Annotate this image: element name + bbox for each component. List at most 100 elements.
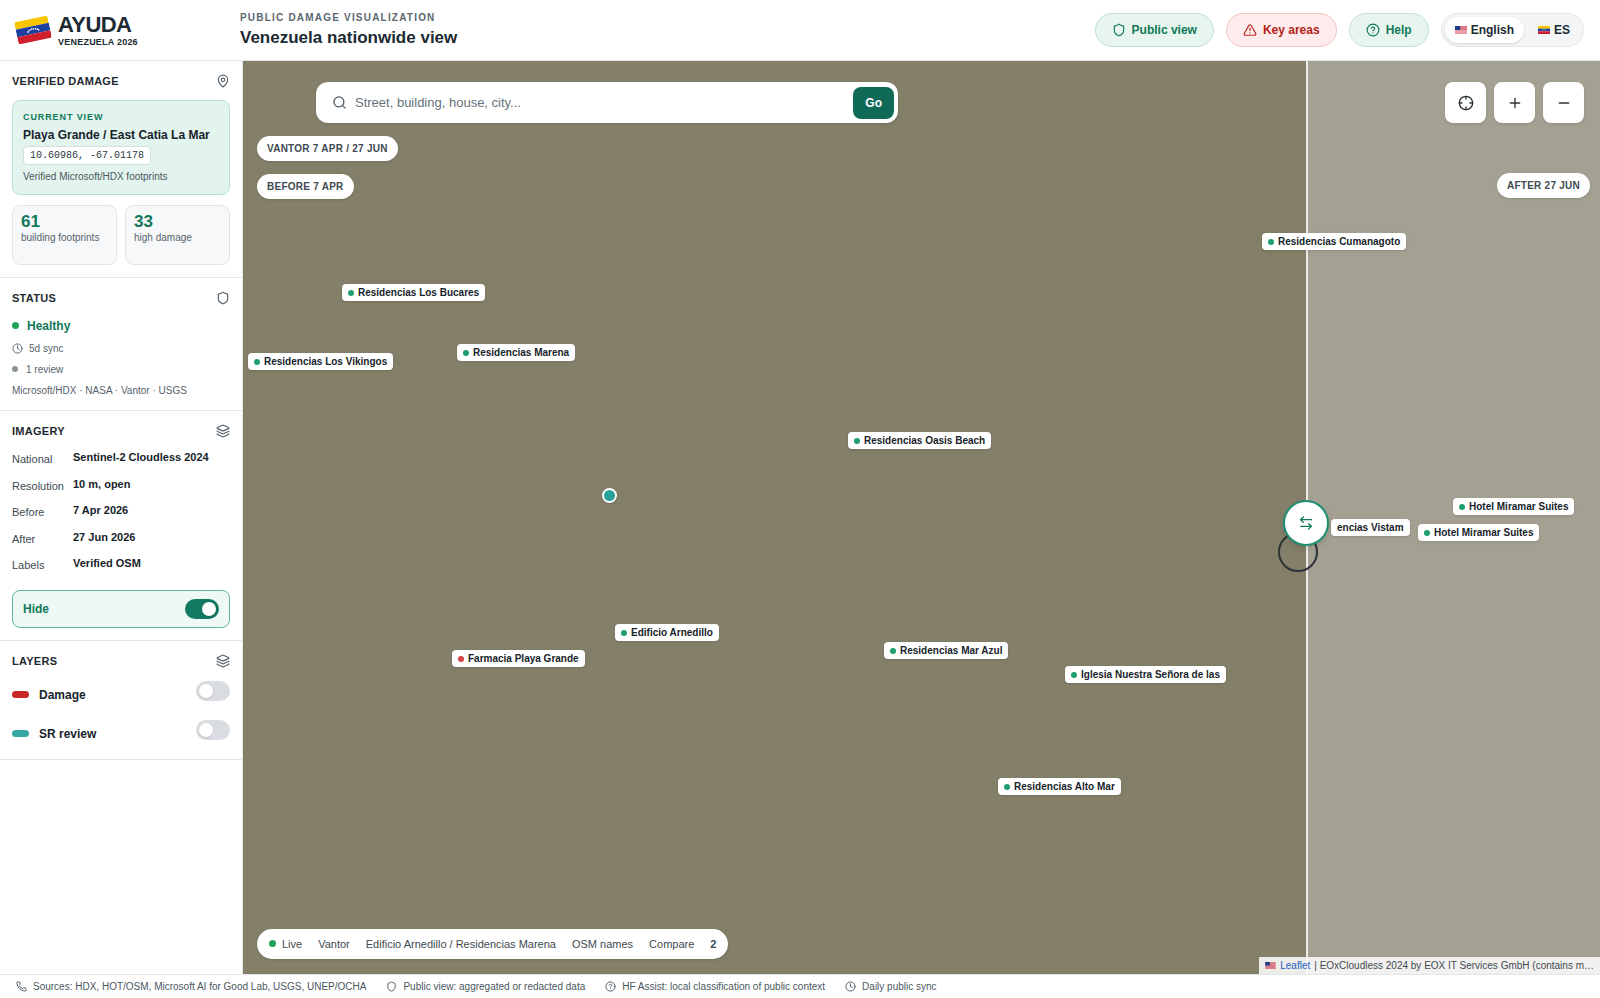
alert-button[interactable]: Key areas [1226,13,1337,47]
map-label[interactable]: encias Vistam [1331,519,1410,536]
venezuela-flag-icon [1538,26,1550,34]
health-dot [12,322,19,329]
layer-toggle[interactable] [196,720,230,740]
section-header: IMAGERY [12,423,230,440]
status-item: Public view: aggregated or redacted data [386,979,585,994]
status-item: HF Assist: local classification of publi… [605,979,825,994]
map-label[interactable]: Farmacia Playa Grande [452,650,585,667]
layers-icon [216,424,230,438]
sidebar: VERIFIED DAMAGE CURRENT VIEWPlaya Grande … [0,61,243,974]
map-info-bar: Live Vantor Edificio Arnedillo / Residenci… [257,929,728,960]
help-button[interactable]: Help [1349,13,1429,47]
imagery-section: IMAGERY NationalSentinel-2 Cloudless 2024… [0,411,242,641]
compare-handle[interactable] [1283,500,1329,546]
section-title: IMAGERY [12,423,65,440]
label-dot [348,290,354,296]
search-icon [332,95,347,110]
info-item: 2 [710,936,716,953]
clock-icon [845,981,856,992]
map-label[interactable]: Residencias Los Vikingos [248,353,393,370]
imagery-row: LabelsVerified OSM [12,557,230,574]
label-dot [854,438,860,444]
language-option[interactable]: ES [1528,17,1580,43]
attribution: Leaflet| EOxCloudless 2024 by EOX IT Ser… [1259,957,1600,974]
layer-swatch [12,730,29,737]
info-item: OSM names [572,936,633,953]
section-title: LAYERS [12,653,57,670]
toggle-knob [199,723,213,737]
map-label[interactable]: Hotel Miramar Suites [1418,524,1539,541]
current-view-name: Playa Grande / East Catia La Mar [23,128,219,142]
imagery-row: Before7 Apr 2026 [12,504,230,521]
search-placeholder[interactable]: Street, building, house, city... [355,93,845,113]
label-dot [1459,504,1465,510]
imagery-badge: BEFORE 7 APR [257,174,354,199]
info-item: Vantor [318,936,350,953]
label-dot [1268,239,1274,245]
shield-icon [386,981,397,992]
brand-subtitle: VENEZUELA 2026 [58,38,138,47]
section-header: LAYERS [12,653,230,670]
map-label[interactable]: Edificio Arnedillo [615,624,719,641]
label-dot [890,648,896,654]
us-flag-icon [1265,962,1276,969]
stat-card: 61building footprints [12,205,117,265]
phone-icon [16,981,27,992]
live-dot [269,940,276,947]
hide-toggle-row[interactable]: Hide [12,590,230,628]
label-dot [458,656,464,662]
map-label[interactable]: Residencias Cumanagoto [1262,233,1406,250]
map-label[interactable]: Residencias Alto Mar [998,778,1121,795]
after-badge: AFTER 27 JUN [1497,173,1590,198]
help-icon [605,981,616,992]
hide-toggle[interactable] [185,599,219,619]
section-header: STATUS [12,290,230,307]
imagery-row: Resolution10 m, open [12,478,230,495]
app: AYUDAVENEZUELA 2026PUBLIC DAMAGE VISUALI… [0,0,1600,998]
map-label[interactable]: Residencias Oasis Beach [848,432,991,449]
language-switch: EnglishES [1441,13,1584,47]
layer-row[interactable]: SR review [12,720,230,747]
help-icon [1366,23,1380,37]
info-item: Live [269,936,302,953]
alert-icon [1243,23,1257,37]
status-section: STATUSHealthy5d sync1 reviewMicrosoft/HD… [0,278,242,411]
info-item: Compare [649,936,694,953]
map-label[interactable]: Residencias Marena [457,344,575,361]
map-marker[interactable] [602,488,617,503]
brand: AYUDAVENEZUELA 2026 [16,14,240,47]
leaflet-link[interactable]: Leaflet [1280,958,1310,973]
status-item: Daily public sync [845,979,936,994]
label-dot [1071,672,1077,678]
layer-row[interactable]: Damage [12,681,230,708]
layer-toggle[interactable] [196,681,230,701]
label-dot [1004,784,1010,790]
zoom-in-button[interactable] [1494,82,1535,123]
arrows-icon [1298,515,1314,531]
current-view-card: CURRENT VIEWPlaya Grande / East Catia La… [12,100,230,196]
section-header: VERIFIED DAMAGE [12,73,230,90]
public-button[interactable]: Public view [1095,13,1214,47]
go-button[interactable]: Go [853,87,894,119]
map[interactable]: Residencias Los Bucares Residencias Los V… [243,61,1600,974]
venezuela-flag-icon [14,15,52,46]
label-dot [1424,530,1430,536]
verified-damage-section: VERIFIED DAMAGE CURRENT VIEWPlaya Grande … [0,61,242,278]
shield-icon [216,291,230,305]
locate-button[interactable] [1445,82,1486,123]
label-dot [254,359,260,365]
search-bar[interactable]: Street, building, house, city... Go [316,82,898,123]
zoom-out-button[interactable] [1543,82,1584,123]
imagery-row: NationalSentinel-2 Cloudless 2024 [12,451,230,468]
map-label[interactable]: Iglesia Nuestra Señora de las [1065,666,1226,683]
section-title: STATUS [12,290,56,307]
layers-icon [216,654,230,668]
info-item: Edificio Arnedillo / Residencias Marena [366,936,556,953]
status-item: Sources: HDX, HOT/OSM, Microsoft AI for … [16,979,366,994]
stat-card: 33high damage [125,205,230,265]
map-label[interactable]: Residencias Mar Azul [884,642,1008,659]
language-option[interactable]: English [1445,17,1524,43]
map-label[interactable]: Hotel Miramar Suites [1453,498,1574,515]
coordinates: 10.60986, -67.01178 [23,146,151,165]
map-label[interactable]: Residencias Los Bucares [342,284,485,301]
